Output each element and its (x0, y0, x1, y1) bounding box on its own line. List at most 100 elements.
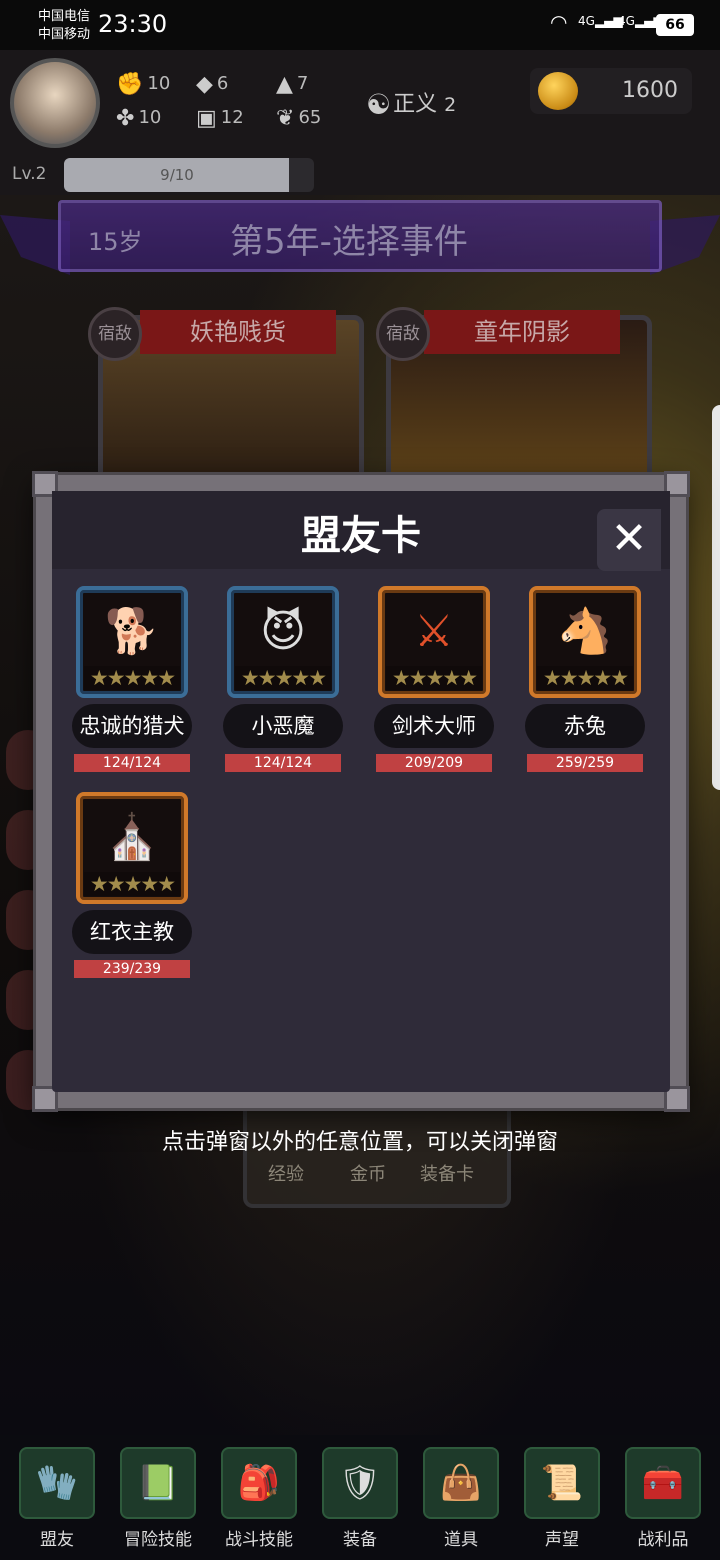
nav-label: 战利品 (637, 1530, 689, 1550)
player-hud: ✊ 10 ◆ 6 ▲ 7 ✤ 10 ▣ 12 ❦ 65 ☯正义 2 1600 Lv.2 9/… (0, 50, 720, 195)
gold-coin-icon (538, 72, 578, 110)
stat-value: 7 (296, 73, 309, 94)
nav-label: 声望 (545, 1530, 579, 1550)
stat-value: 12 (220, 107, 244, 128)
wizard-hat-icon: ▲ (276, 72, 293, 97)
nav-label: 道具 (444, 1530, 478, 1550)
nav-label: 战斗技能 (225, 1530, 293, 1550)
clock: 23:30 (98, 10, 168, 38)
star-rating: ★★★★★ (84, 872, 180, 896)
ally-portrait-frame: 🐴 ★★★★★ (529, 586, 641, 698)
bottom-nav: 🧤 盟友 📗 冒险技能 🎒 战斗技能 🛡 装备 👜 道具 📜 声望 🧰 战利品 (0, 1435, 720, 1560)
shield-swords-icon: 🛡 (322, 1447, 398, 1519)
imp-portrait-icon: 😈 (260, 605, 306, 657)
tome-icon: 📗 (120, 1447, 196, 1519)
stat-value: 65 (298, 107, 322, 128)
popup-title: 盟友卡 (301, 513, 421, 559)
net-type-2: 4G (618, 14, 635, 28)
stat-magic: ▲ 7 (276, 72, 308, 97)
stat-spirit: ❦ 65 (276, 106, 321, 131)
gold-display: 1600 (530, 68, 692, 114)
carrier-2: 中国移动 (38, 27, 91, 42)
popup-header: 盟友卡 ✕ (52, 491, 670, 571)
star-rating: ★★★★★ (235, 666, 331, 690)
glove-icon: 🧤 (19, 1447, 95, 1519)
book-icon: ▣ (196, 106, 217, 131)
hound-portrait-icon: 🐕 (104, 606, 160, 657)
backpack-icon: 🎒 (221, 1447, 297, 1519)
stat-agility: ◆ 6 (196, 72, 228, 97)
level-label: Lv.2 (12, 164, 47, 184)
ally-name: 红衣主教 (72, 910, 192, 954)
fist-icon: ✊ (116, 72, 144, 97)
event-title-1: 妖艳贱货 (140, 310, 336, 354)
nav-items[interactable]: 👜 道具 (423, 1447, 499, 1550)
ally-hp: 239/239 (74, 960, 190, 978)
star-rating: ★★★★★ (537, 666, 633, 690)
ally-portrait-frame: ⚔ ★★★★★ (378, 586, 490, 698)
red-horse-portrait-icon: 🐴 (557, 606, 613, 657)
reward-label-gold: 金币 (350, 1164, 386, 1185)
stat-luck: ✤ 10 (116, 106, 161, 131)
star-rating: ★★★★★ (386, 666, 482, 690)
clover-icon: ✤ (116, 106, 135, 131)
close-icon: ✕ (610, 513, 648, 564)
cardinal-portrait-icon: ⛪ (104, 812, 160, 863)
satchel-icon: 👜 (423, 1447, 499, 1519)
status-bar: 中国电信 中国移动 23:30 ◠ 4G▂▄▆ 4G▂▄▆ 66 (0, 0, 720, 50)
nav-loot[interactable]: 🧰 战利品 (625, 1447, 701, 1550)
popup-body: 盟友卡 ✕ 🐕 ★★★★★ 忠诚的猎犬 124/124 😈 ★★★★★ 小恶魔 … (52, 491, 670, 1092)
gold-value: 1600 (622, 78, 678, 103)
ally-name: 小恶魔 (223, 704, 343, 748)
nav-reputation[interactable]: 📜 声望 (524, 1447, 600, 1550)
alignment-value: 2 (444, 94, 457, 116)
close-button[interactable]: ✕ (597, 509, 661, 571)
stat-value: 10 (138, 107, 162, 128)
reward-label-equipment: 装备卡 (420, 1164, 474, 1185)
edge-handle[interactable] (712, 405, 720, 790)
reward-label-xp: 经验 (268, 1164, 304, 1185)
star-rating: ★★★★★ (84, 666, 180, 690)
nav-battle-skills[interactable]: 🎒 战斗技能 (221, 1447, 297, 1550)
stat-value: 10 (147, 73, 171, 94)
close-hint: 点击弹窗以外的任意位置，可以关闭弹窗 (161, 1130, 558, 1155)
nav-equipment[interactable]: 🛡 装备 (322, 1447, 398, 1550)
alignment-label: 正义 (393, 92, 438, 117)
ally-name: 赤兔 (525, 704, 645, 748)
age-label: 15岁 (88, 228, 143, 256)
ally-portrait-frame: ⛪ ★★★★★ (76, 792, 188, 904)
lotus-icon: ❦ (276, 106, 295, 131)
ally-hp: 209/209 (376, 754, 492, 772)
ally-hp: 259/259 (527, 754, 643, 772)
scroll-icon: 📜 (524, 1447, 600, 1519)
ally-portrait-frame: 🐕 ★★★★★ (76, 586, 188, 698)
net-type-1: 4G (578, 14, 595, 28)
avatar[interactable] (10, 58, 100, 148)
ally-name: 剑术大师 (374, 704, 494, 748)
nav-label: 盟友 (40, 1530, 74, 1550)
swordmaster-portrait-icon: ⚔ (414, 605, 454, 657)
ally-card-popup: 盟友卡 ✕ 🐕 ★★★★★ 忠诚的猎犬 124/124 😈 ★★★★★ 小恶魔 … (32, 471, 690, 1112)
stat-value: 6 (216, 73, 229, 94)
event-tag-1: 宿敌 (88, 307, 142, 361)
yin-yang-icon: ☯ (366, 88, 392, 121)
chest-icon: 🧰 (625, 1447, 701, 1519)
stat-wisdom: ▣ 12 (196, 106, 244, 131)
ally-hp: 124/124 (74, 754, 190, 772)
nav-allies[interactable]: 🧤 盟友 (19, 1447, 95, 1550)
nav-adventure-skills[interactable]: 📗 冒险技能 (120, 1447, 196, 1550)
event-title-2: 童年阴影 (424, 310, 620, 354)
boot-icon: ◆ (196, 72, 213, 97)
stat-strength: ✊ 10 (116, 72, 170, 97)
carrier-1: 中国电信 (38, 9, 91, 24)
ally-hp: 124/124 (225, 754, 341, 772)
event-tag-2: 宿敌 (376, 307, 430, 361)
ally-portrait-frame: 😈 ★★★★★ (227, 586, 339, 698)
alignment: ☯正义 2 (366, 86, 456, 121)
signal-1-icon: 4G▂▄▆ (578, 14, 623, 28)
xp-bar: 9/10 (64, 158, 314, 192)
ally-name: 忠诚的猎犬 (72, 704, 192, 748)
xp-text: 9/10 (160, 166, 194, 184)
nav-label: 冒险技能 (124, 1530, 192, 1550)
battery-icon: 66 (656, 14, 694, 36)
